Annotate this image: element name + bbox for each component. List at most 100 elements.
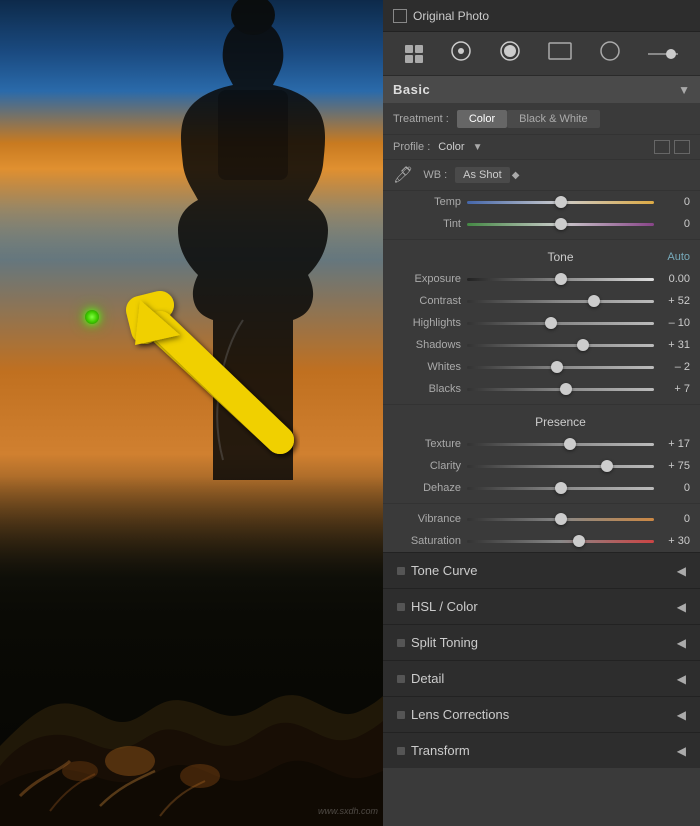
eyedropper-icon[interactable]: 🖊 <box>393 165 413 185</box>
lens-corrections-section[interactable]: Lens Corrections ◀ <box>383 696 700 732</box>
basic-section-header[interactable]: Basic ▼ <box>383 76 700 104</box>
blacks-slider-row: Blacks + 7 <box>383 378 700 400</box>
exposure-label: Exposure <box>393 273 461 285</box>
tone-auto-btn[interactable]: Auto <box>660 251 690 263</box>
hsl-color-title: HSL / Color <box>411 599 478 614</box>
detail-section[interactable]: Detail ◀ <box>383 660 700 696</box>
temp-slider-track[interactable] <box>467 194 654 210</box>
split-toning-left: Split Toning <box>397 635 478 650</box>
tone-curve-chevron: ◀ <box>677 564 686 578</box>
library-icon[interactable] <box>399 41 429 67</box>
panel-content[interactable]: Basic ▼ Treatment : Color Black & White … <box>383 76 700 826</box>
filter-icon[interactable] <box>542 38 578 69</box>
highlights-slider-row: Highlights – 10 <box>383 312 700 334</box>
saturation-slider-row: Saturation + 30 <box>383 530 700 552</box>
top-bar: Original Photo <box>383 0 700 32</box>
clarity-slider-track[interactable] <box>467 458 654 474</box>
blacks-value: + 7 <box>660 383 690 395</box>
basic-chevron: ▼ <box>678 83 690 97</box>
radial-icon[interactable] <box>593 36 627 71</box>
clarity-slider-row: Clarity + 75 <box>383 455 700 477</box>
texture-slider-track[interactable] <box>467 436 654 452</box>
photo-panel: www.sxdh.com <box>0 0 383 826</box>
whites-slider-track[interactable] <box>467 359 654 375</box>
clarity-label: Clarity <box>393 460 461 472</box>
wb-label: WB : <box>423 169 447 181</box>
profile-value[interactable]: Color <box>438 141 464 153</box>
tone-section-label: Tone Auto <box>383 244 700 268</box>
green-light-dot <box>85 310 99 324</box>
treatment-bw-btn[interactable]: Black & White <box>507 110 599 128</box>
vibrance-slider-track[interactable] <box>467 511 654 527</box>
hsl-color-left: HSL / Color <box>397 599 478 614</box>
original-photo-checkbox[interactable] <box>393 9 407 23</box>
highlights-label: Highlights <box>393 317 461 329</box>
wb-value[interactable]: As Shot <box>455 167 510 183</box>
split-toning-title: Split Toning <box>411 635 478 650</box>
tint-slider-row: Tint 0 <box>383 213 700 235</box>
tone-title: Tone <box>461 250 660 264</box>
exposure-value: 0.00 <box>660 273 690 285</box>
tint-label: Tint <box>393 218 461 230</box>
highlights-slider-track[interactable] <box>467 315 654 331</box>
contrast-slider-track[interactable] <box>467 293 654 309</box>
crop-icon[interactable] <box>444 36 478 71</box>
wb-row: 🖊 WB : As Shot ◆ <box>383 160 700 191</box>
blacks-label: Blacks <box>393 383 461 395</box>
vibrance-label: Vibrance <box>393 513 461 525</box>
exposure-slider-track[interactable] <box>467 271 654 287</box>
presence-section-label: Presence <box>383 409 700 433</box>
treatment-label: Treatment : <box>393 113 449 125</box>
shadows-label: Shadows <box>393 339 461 351</box>
tint-slider-track[interactable] <box>467 216 654 232</box>
temp-slider-row: Temp 0 <box>383 191 700 213</box>
transform-title: Transform <box>411 743 470 758</box>
shadows-slider-track[interactable] <box>467 337 654 353</box>
shadows-value: + 31 <box>660 339 690 351</box>
lens-corrections-chevron: ◀ <box>677 708 686 722</box>
saturation-slider-track[interactable] <box>467 533 654 549</box>
split-toning-section[interactable]: Split Toning ◀ <box>383 624 700 660</box>
temp-label: Temp <box>393 196 461 208</box>
detail-chevron: ◀ <box>677 672 686 686</box>
contrast-label: Contrast <box>393 295 461 307</box>
wb-dropdown-arrow[interactable]: ◆ <box>512 170 520 181</box>
adjust-icon[interactable] <box>642 49 684 59</box>
texture-label: Texture <box>393 438 461 450</box>
dehaze-slider-row: Dehaze 0 <box>383 477 700 499</box>
whites-slider-row: Whites – 2 <box>383 356 700 378</box>
presence-title: Presence <box>461 415 660 429</box>
treatment-color-btn[interactable]: Color <box>457 110 507 128</box>
texture-slider-row: Texture + 17 <box>383 433 700 455</box>
hsl-color-marker <box>397 603 405 611</box>
temp-value: 0 <box>660 196 690 208</box>
profile-icon-2[interactable] <box>674 140 690 154</box>
transform-left: Transform <box>397 743 470 758</box>
exposure-slider-row: Exposure 0.00 <box>383 268 700 290</box>
dehaze-slider-track[interactable] <box>467 480 654 496</box>
profile-dropdown-arrow[interactable]: ▼ <box>473 142 483 153</box>
profile-icon-1[interactable] <box>654 140 670 154</box>
icon-toolbar <box>383 32 700 76</box>
contrast-value: + 52 <box>660 295 690 307</box>
transform-section[interactable]: Transform ◀ <box>383 732 700 768</box>
develop-icon[interactable] <box>493 36 527 71</box>
transform-marker <box>397 747 405 755</box>
detail-left: Detail <box>397 671 444 686</box>
profile-row: Profile : Color ▼ <box>383 135 700 160</box>
right-panel: Original Photo <box>383 0 700 826</box>
shadows-slider-row: Shadows + 31 <box>383 334 700 356</box>
profile-left: Profile : Color ▼ <box>393 141 483 153</box>
hsl-color-chevron: ◀ <box>677 600 686 614</box>
vibrance-slider-row: Vibrance 0 <box>383 508 700 530</box>
blacks-slider-track[interactable] <box>467 381 654 397</box>
hsl-color-section[interactable]: HSL / Color ◀ <box>383 588 700 624</box>
split-toning-chevron: ◀ <box>677 636 686 650</box>
detail-title: Detail <box>411 671 444 686</box>
tone-curve-section[interactable]: Tone Curve ◀ <box>383 552 700 588</box>
profile-icons <box>654 140 690 154</box>
bush-area <box>0 566 383 826</box>
basic-title: Basic <box>393 82 430 97</box>
whites-label: Whites <box>393 361 461 373</box>
transform-chevron: ◀ <box>677 744 686 758</box>
